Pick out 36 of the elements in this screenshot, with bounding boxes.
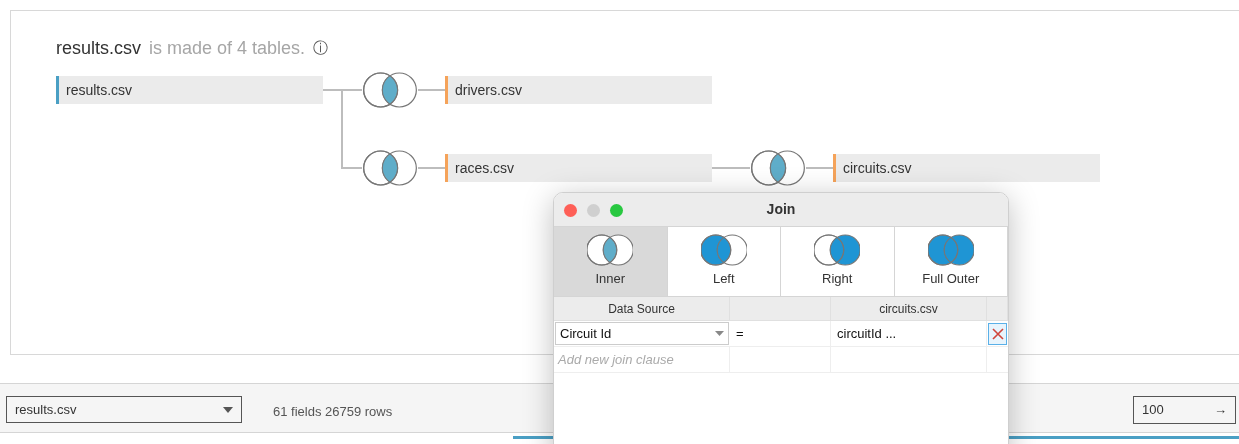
table-node[interactable]: results.csv [56, 76, 323, 104]
remove-clause-button[interactable] [988, 322, 1007, 345]
column-header: circuits.csv [831, 297, 987, 320]
table-node[interactable]: drivers.csv [445, 76, 712, 104]
venn-icon [587, 234, 634, 267]
minimize-window-button[interactable] [587, 204, 600, 217]
node-label: drivers.csv [455, 80, 522, 100]
go-arrow[interactable]: → [1214, 400, 1227, 420]
dialog-title: Join [766, 200, 796, 219]
table-select[interactable]: results.csv [6, 396, 242, 423]
right-field[interactable]: circuitId ... [831, 321, 987, 346]
close-icon [991, 327, 1004, 340]
venn-icon [700, 234, 747, 267]
zoom-window-button[interactable] [610, 204, 623, 217]
summary-text: is made of 4 tables. [149, 37, 306, 60]
join-venn-icon [750, 150, 806, 186]
join-venn-icon [362, 72, 418, 108]
caret-icon [223, 406, 233, 413]
caret-icon [715, 331, 724, 336]
table-stats: 61 fields 26759 rows [273, 403, 393, 421]
table-node[interactable]: races.csv [445, 154, 712, 182]
info-icon[interactable]: ⓘ [313, 37, 329, 60]
venn-icon [814, 234, 861, 267]
column-header: Data Source [554, 297, 730, 320]
join-operator: = [730, 321, 831, 346]
close-window-button[interactable] [564, 204, 577, 217]
venn-icon [927, 234, 974, 267]
join-type-tab[interactable]: Inner [554, 227, 668, 296]
table-node[interactable]: circuits.csv [833, 154, 1100, 182]
row-limit-field[interactable]: 100 → [1133, 396, 1236, 424]
field-select[interactable]: Circuit Id [555, 322, 729, 345]
node-label: circuits.csv [843, 158, 912, 178]
node-label: races.csv [455, 158, 515, 178]
node-label: results.csv [66, 80, 133, 100]
join-venn-icon [362, 150, 418, 186]
summary-table-name: results.csv [56, 37, 142, 60]
